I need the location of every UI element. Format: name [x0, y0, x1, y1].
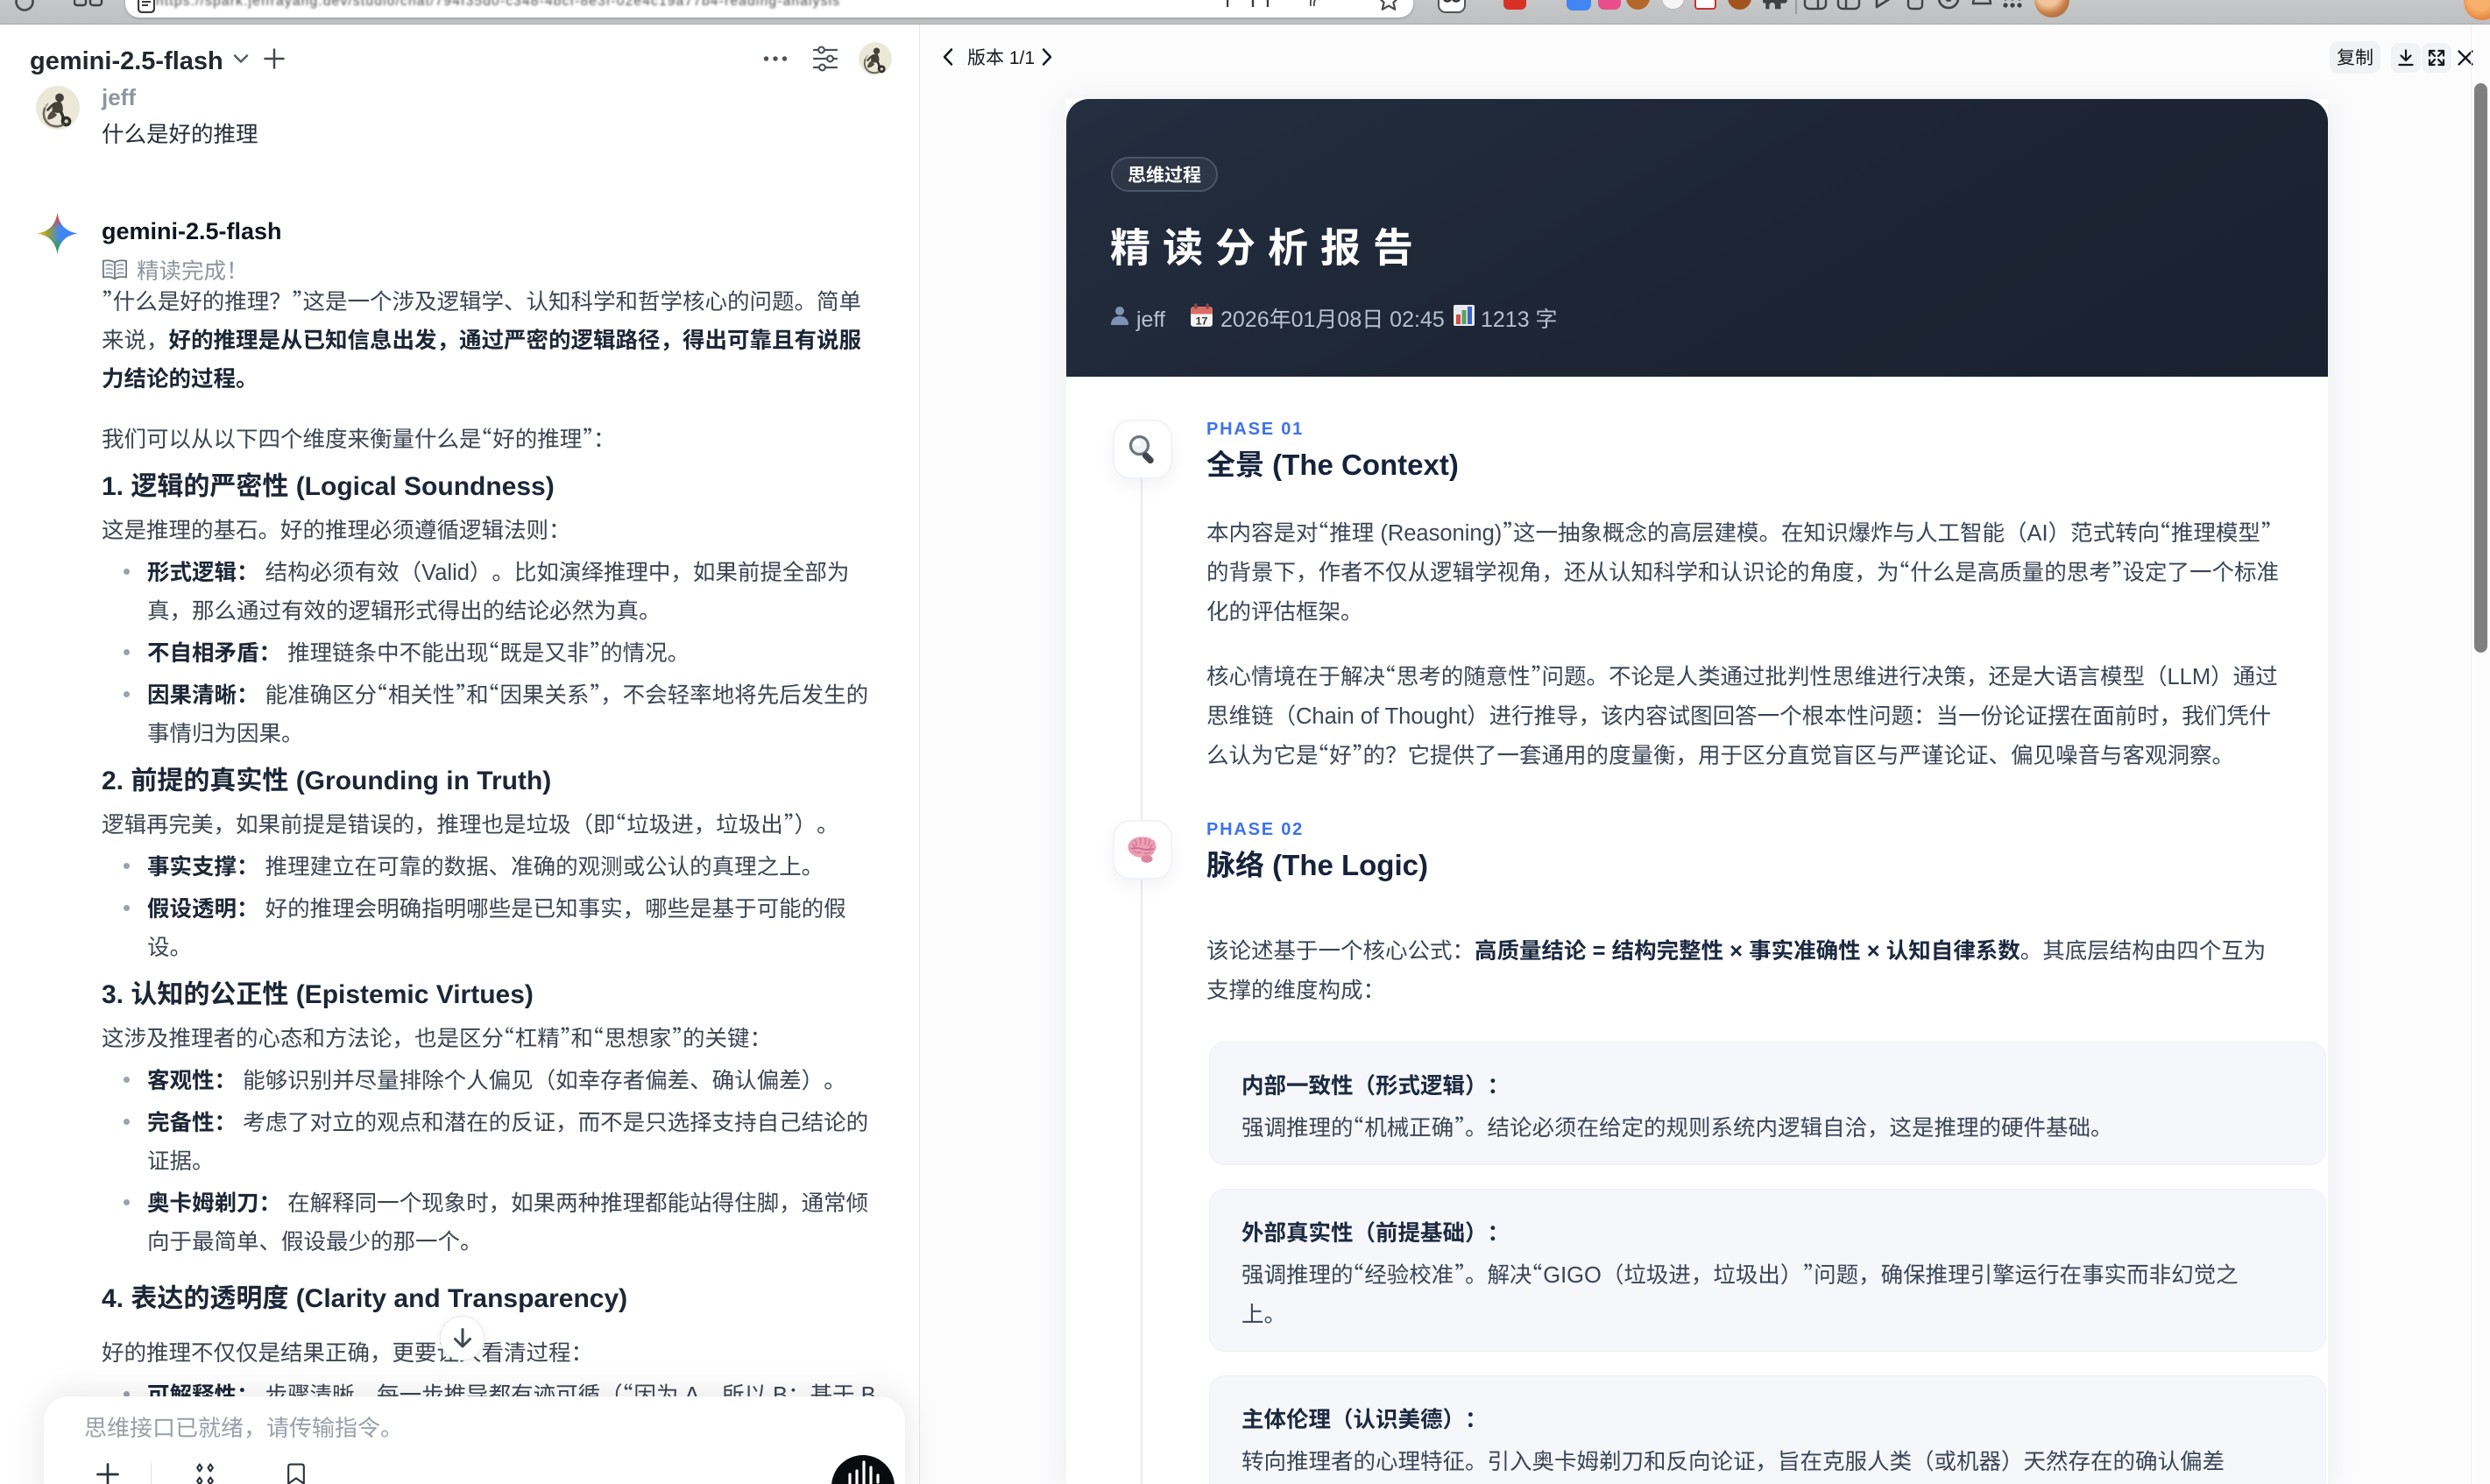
svg-text:17: 17: [1196, 314, 1208, 327]
